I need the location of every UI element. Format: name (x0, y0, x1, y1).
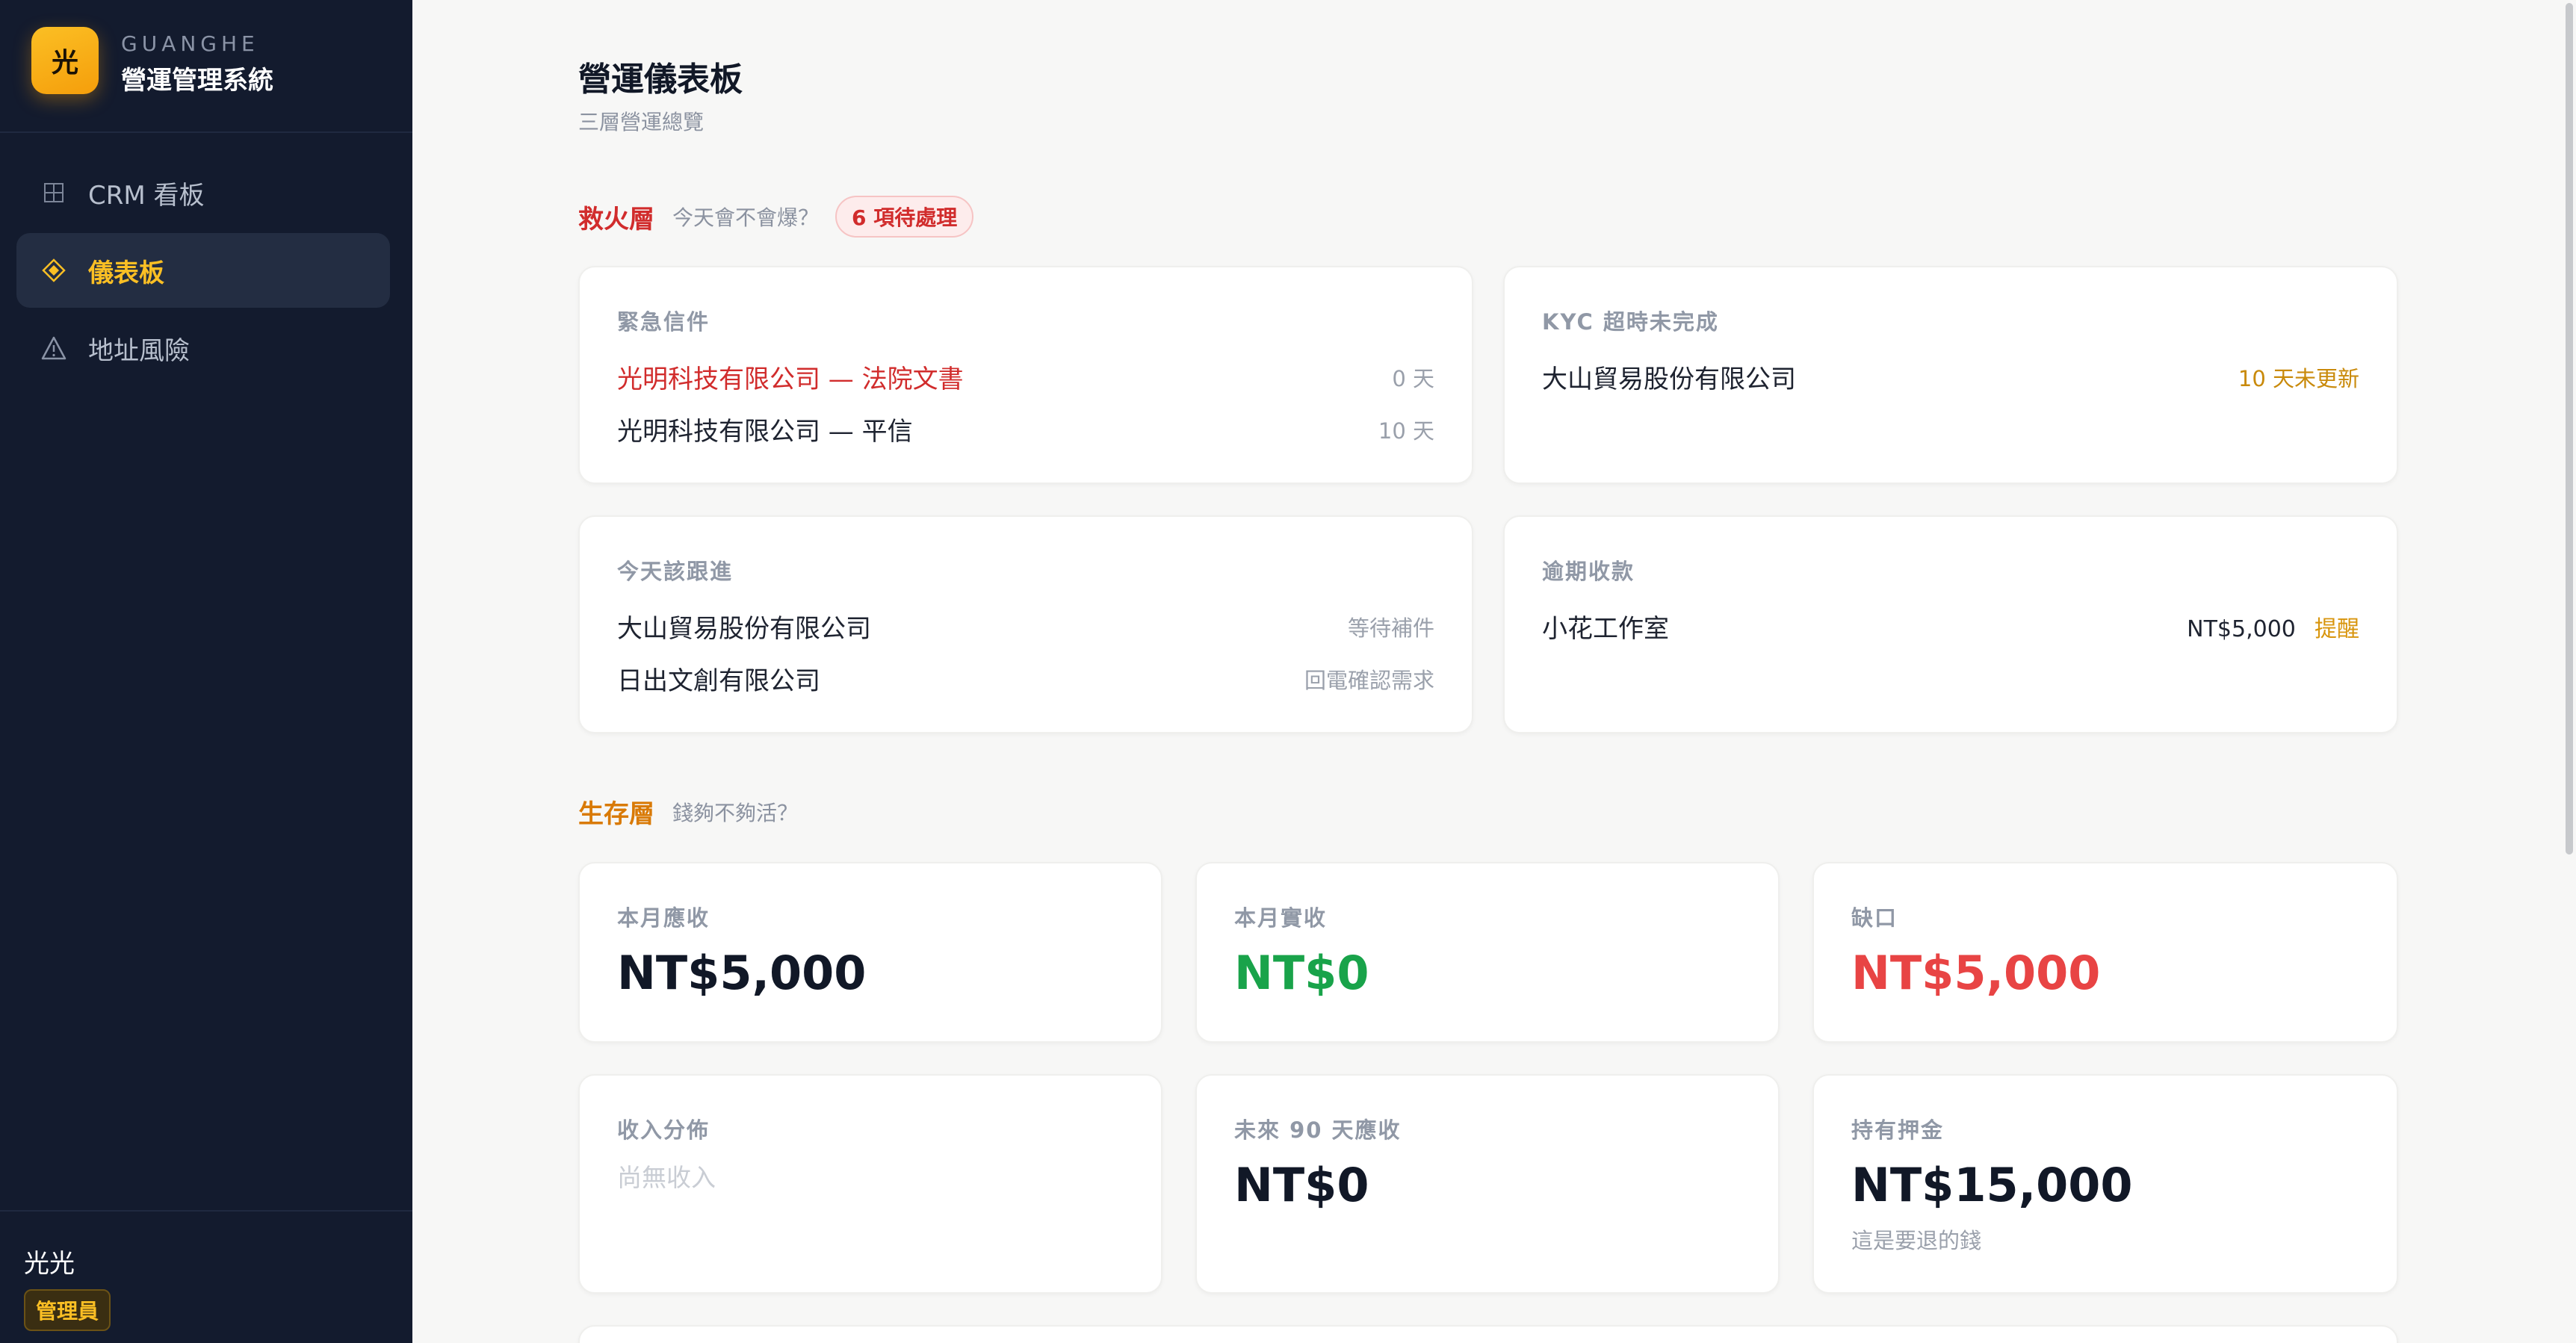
monthly-received-value: NT$0 (1234, 946, 1369, 1000)
sidebar-item-label: 儀表板 (88, 258, 164, 288)
card-title: 逾期收款 (1542, 559, 1635, 584)
mail-item-label: 光明科技有限公司 — 平信 (617, 417, 913, 447)
list-item[interactable]: 光明科技有限公司 — 法院文書 0 天 (617, 359, 1434, 395)
page-subtitle: 三層營運總覽 (578, 110, 705, 134)
card-title: 持有押金 (1851, 1117, 1945, 1143)
monthly-receivable-card: 本月應收 NT$5,000 (578, 862, 1162, 1043)
kyc-item-label: 大山貿易股份有限公司 (1542, 365, 1796, 394)
kyc-overdue-card: KYC 超時未完成 大山貿易股份有限公司 10 天未更新 (1503, 266, 2398, 484)
overdue-item-label: 小花工作室 (1542, 614, 1669, 644)
user-role-badge: 管理員 (24, 1289, 111, 1331)
remind-button[interactable]: 提醒 (2315, 616, 2359, 642)
survival-section-question: 錢夠不夠活？ (672, 800, 799, 825)
main-content: 營運儀表板 三層營運總覽 救火層 今天會不會爆？ 6 項待處理 緊急信件 光明科… (412, 0, 2576, 1343)
scrollbar[interactable] (2563, 0, 2576, 1343)
card-title: 本月實收 (1234, 905, 1328, 931)
list-item[interactable]: 光明科技有限公司 — 平信 10 天 (617, 411, 1434, 447)
sidebar-item-crm-board[interactable]: CRM 看板 (16, 155, 390, 230)
next-section-card (578, 1325, 2398, 1343)
next-90-days-card: 未來 90 天應收 NT$0 (1195, 1074, 1780, 1294)
followup-item-note: 等待補件 (1347, 615, 1434, 641)
grid-icon (39, 183, 69, 202)
firefight-section-question: 今天會不會爆？ (672, 205, 820, 230)
mail-item-days: 10 天 (1378, 418, 1434, 444)
brand: 光 GUANGHE 營運管理系統 (0, 0, 412, 133)
monthly-receivable-value: NT$5,000 (617, 946, 867, 1000)
list-item: 小花工作室 NT$5,000 提醒 (1542, 608, 2359, 645)
deposit-held-card: 持有押金 NT$15,000 這是要退的錢 (1812, 1074, 2398, 1294)
followup-item-label: 日出文創有限公司 (617, 666, 820, 696)
card-title: 緊急信件 (617, 309, 710, 335)
mail-item-days: 0 天 (1392, 365, 1434, 391)
page-title: 營運儀表板 (578, 61, 743, 99)
survival-section-title: 生存層 (578, 799, 654, 829)
sidebar-item-label: 地址風險 (88, 335, 190, 366)
urgent-mail-card: 緊急信件 光明科技有限公司 — 法院文書 0 天 光明科技有限公司 — 平信 1… (578, 266, 1473, 484)
mail-item-label: 光明科技有限公司 — 法院文書 (617, 365, 964, 394)
diamond-icon (39, 258, 69, 282)
sidebar-nav: CRM 看板 儀表板 地址風險 (16, 155, 390, 388)
user-profile[interactable]: 光光 管理員 (0, 1210, 412, 1343)
sidebar: 光 GUANGHE 營運管理系統 CRM 看板 儀表板 地址風險 光光 管理員 (0, 0, 412, 1343)
user-name: 光光 (24, 1249, 75, 1279)
overdue-item-amount: NT$5,000 (2187, 615, 2296, 642)
overdue-payment-card: 逾期收款 小花工作室 NT$5,000 提醒 (1503, 515, 2398, 733)
sidebar-item-label: CRM 看板 (88, 180, 205, 211)
warning-icon (39, 336, 69, 360)
card-title: 本月應收 (617, 905, 710, 931)
card-title: 未來 90 天應收 (1234, 1117, 1402, 1143)
card-title: 收入分佈 (617, 1117, 710, 1143)
card-title: 缺口 (1851, 905, 1898, 931)
card-title: KYC 超時未完成 (1542, 309, 1719, 335)
list-item[interactable]: 大山貿易股份有限公司 等待補件 (617, 608, 1434, 645)
firefight-section-header: 救火層 今天會不會爆？ 6 項待處理 (578, 196, 974, 238)
scrollbar-thumb[interactable] (2566, 3, 2573, 855)
deposit-note: 這是要退的錢 (1851, 1228, 1982, 1253)
firefight-section-title: 救火層 (578, 204, 654, 235)
list-item[interactable]: 大山貿易股份有限公司 10 天未更新 (1542, 359, 2359, 395)
follow-up-card: 今天該跟進 大山貿易股份有限公司 等待補件 日出文創有限公司 回電確認需求 (578, 515, 1473, 733)
list-item[interactable]: 日出文創有限公司 回電確認需求 (617, 660, 1434, 697)
brand-name-zh: 營運管理系統 (121, 66, 273, 96)
gap-card: 缺口 NT$5,000 (1812, 862, 2398, 1043)
sidebar-item-dashboard[interactable]: 儀表板 (16, 233, 390, 308)
kyc-item-status: 10 天未更新 (2238, 365, 2359, 391)
next-90-days-value: NT$0 (1234, 1158, 1369, 1212)
followup-item-label: 大山貿易股份有限公司 (617, 614, 871, 644)
sidebar-item-address-risk[interactable]: 地址風險 (16, 311, 390, 385)
brand-name-en: GUANGHE (121, 31, 259, 56)
monthly-received-card: 本月實收 NT$0 (1195, 862, 1780, 1043)
deposit-held-value: NT$15,000 (1851, 1158, 2133, 1212)
card-title: 今天該跟進 (617, 559, 734, 584)
followup-item-note: 回電確認需求 (1304, 667, 1434, 693)
gap-value: NT$5,000 (1851, 946, 2101, 1000)
empty-state-text: 尚無收入 (617, 1163, 716, 1192)
income-distribution-card: 收入分佈 尚無收入 (578, 1074, 1162, 1294)
pending-count-badge: 6 項待處理 (835, 196, 974, 238)
survival-section-header: 生存層 錢夠不夠活？ (578, 793, 814, 830)
brand-logo: 光 (31, 27, 99, 94)
